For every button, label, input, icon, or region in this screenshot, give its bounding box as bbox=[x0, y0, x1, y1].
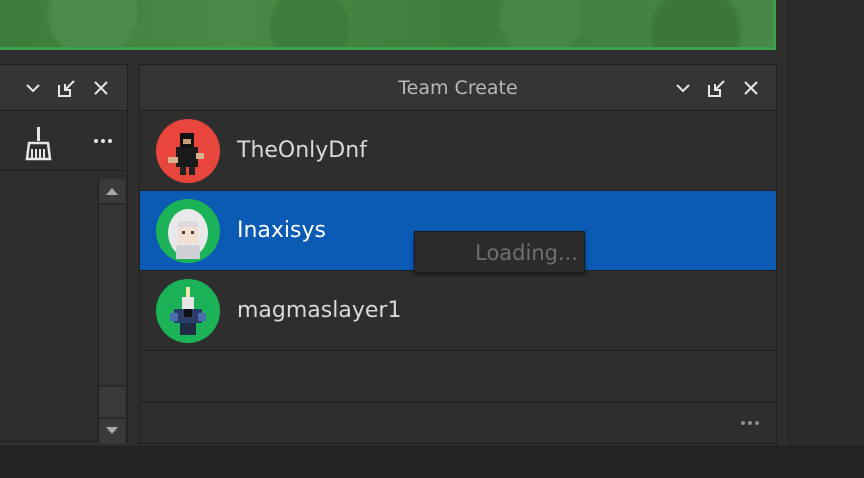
clean-button[interactable] bbox=[20, 125, 56, 161]
scroll-track[interactable] bbox=[99, 205, 125, 385]
undock-button[interactable] bbox=[56, 77, 78, 99]
avatar bbox=[156, 278, 220, 343]
collaborator-row[interactable]: TheOnlyDnf bbox=[140, 111, 776, 191]
loading-tooltip: Loading... bbox=[414, 231, 585, 273]
right-side-panel bbox=[788, 0, 864, 446]
3d-viewport[interactable] bbox=[0, 0, 776, 50]
close-button[interactable] bbox=[90, 77, 112, 99]
triangle-down-icon bbox=[106, 427, 118, 434]
close-icon bbox=[94, 81, 108, 95]
chevron-down-icon bbox=[26, 84, 40, 93]
scroll-up-button[interactable] bbox=[99, 179, 125, 203]
scroll-down-button[interactable] bbox=[99, 419, 125, 443]
left-panel-content bbox=[0, 171, 127, 443]
scroll-thumb[interactable] bbox=[99, 387, 125, 417]
avatar-image-icon bbox=[168, 132, 204, 175]
collaborator-row[interactable]: magmaslayer1 bbox=[140, 271, 776, 351]
dot bbox=[748, 421, 752, 425]
avatar bbox=[156, 198, 220, 263]
collaborator-name: magmaslayer1 bbox=[237, 298, 402, 323]
close-icon bbox=[744, 81, 758, 95]
dot bbox=[101, 139, 105, 143]
dot bbox=[741, 421, 745, 425]
studio-window: Team Create TheOnlyDnf Inaxisys magmasla… bbox=[0, 0, 864, 478]
collaborator-name: Inaxisys bbox=[237, 218, 326, 243]
broom-icon bbox=[25, 127, 52, 161]
left-more-button[interactable] bbox=[89, 131, 117, 151]
more-options-button[interactable] bbox=[736, 413, 764, 433]
undock-icon bbox=[708, 80, 725, 97]
avatar-image-icon bbox=[170, 286, 206, 335]
chevron-down-icon bbox=[676, 84, 690, 93]
bottom-status-bar bbox=[0, 446, 864, 478]
collaborator-name: TheOnlyDnf bbox=[237, 138, 367, 163]
vertical-scrollbar[interactable] bbox=[98, 179, 125, 443]
left-toolbar bbox=[0, 111, 127, 171]
team-create-header: Team Create bbox=[140, 65, 776, 111]
collapse-button[interactable] bbox=[672, 77, 694, 99]
triangle-up-icon bbox=[106, 188, 118, 195]
left-dock-panel bbox=[0, 64, 128, 443]
undock-button[interactable] bbox=[706, 77, 728, 99]
avatar bbox=[156, 118, 220, 183]
close-button[interactable] bbox=[740, 77, 762, 99]
avatar-image-icon bbox=[168, 208, 208, 259]
left-panel-header bbox=[0, 65, 127, 111]
collapse-button[interactable] bbox=[22, 77, 44, 99]
undock-icon bbox=[58, 80, 75, 97]
dot bbox=[94, 139, 98, 143]
dot bbox=[755, 421, 759, 425]
dot bbox=[108, 139, 112, 143]
team-create-footer bbox=[140, 402, 776, 443]
